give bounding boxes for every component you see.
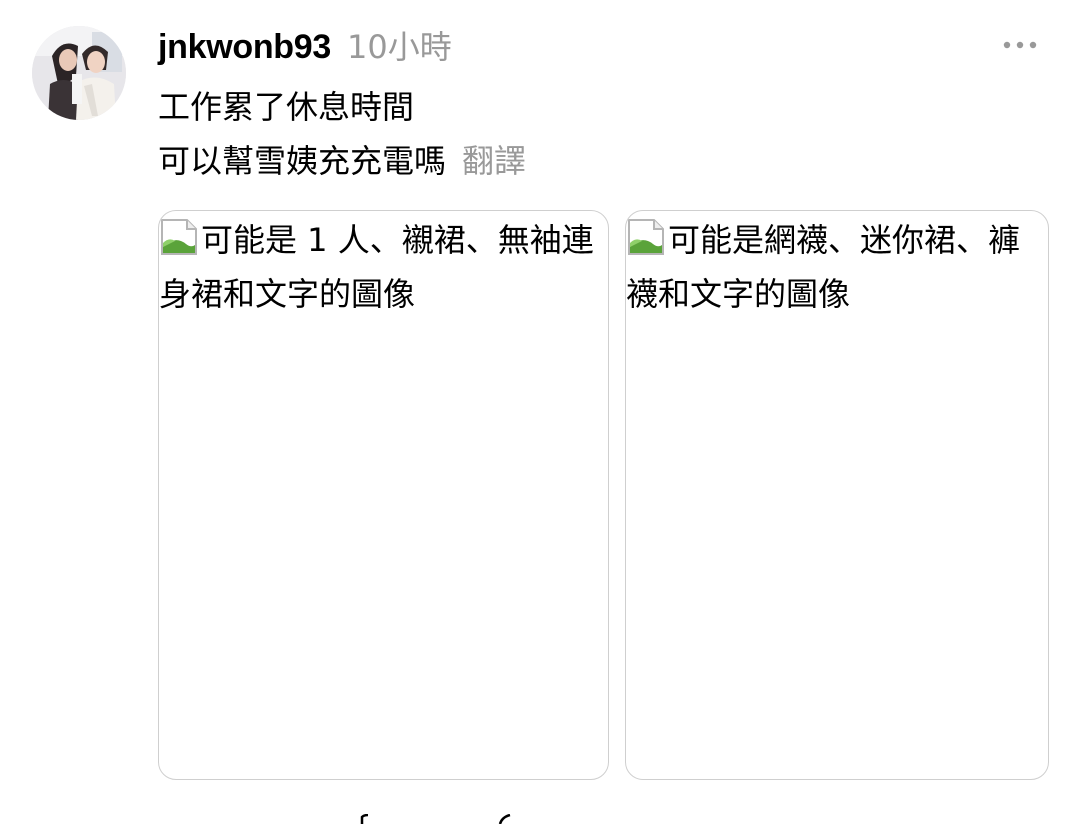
post: jnkwonb93 10小時 工作累了休息時間 可以幫雪姨充充電嗎 翻譯 可能是 … [0,0,1080,824]
username[interactable]: jnkwonb93 [158,28,331,67]
media-item[interactable]: 可能是 1 人、襯裙、無袖連身裙和文字的圖像 [158,210,609,780]
media-alt-text: 可能是網襪、迷你裙、褲襪和文字的圖像 [626,211,1048,321]
timestamp[interactable]: 10小時 [347,22,452,68]
avatar-photo [32,26,126,120]
broken-image-icon [628,219,664,255]
translate-link[interactable]: 翻譯 [462,142,526,180]
media-alt-label: 可能是 1 人、襯裙、無袖連身裙和文字的圖像 [159,221,594,313]
media-alt-text: 可能是 1 人、襯裙、無袖連身裙和文字的圖像 [159,211,608,321]
more-options-button[interactable] [1000,38,1040,52]
post-header: jnkwonb93 10小時 [158,22,452,70]
caption-line: 工作累了休息時間 [158,88,415,126]
caption-line: 可以幫雪姨充充電嗎 翻譯 [158,134,526,188]
broken-image-icon [161,219,197,255]
media-alt-label: 可能是網襪、迷你裙、褲襪和文字的圖像 [626,221,1021,313]
action-icons-fragment [360,814,511,824]
more-horizontal-icon [1003,41,1037,49]
post-caption: 工作累了休息時間 可以幫雪姨充充電嗎 翻譯 [158,80,526,188]
avatar[interactable] [32,26,126,120]
media-item[interactable]: 可能是網襪、迷你裙、褲襪和文字的圖像 [625,210,1049,780]
caption-text: 可以幫雪姨充充電嗎 [158,142,447,180]
